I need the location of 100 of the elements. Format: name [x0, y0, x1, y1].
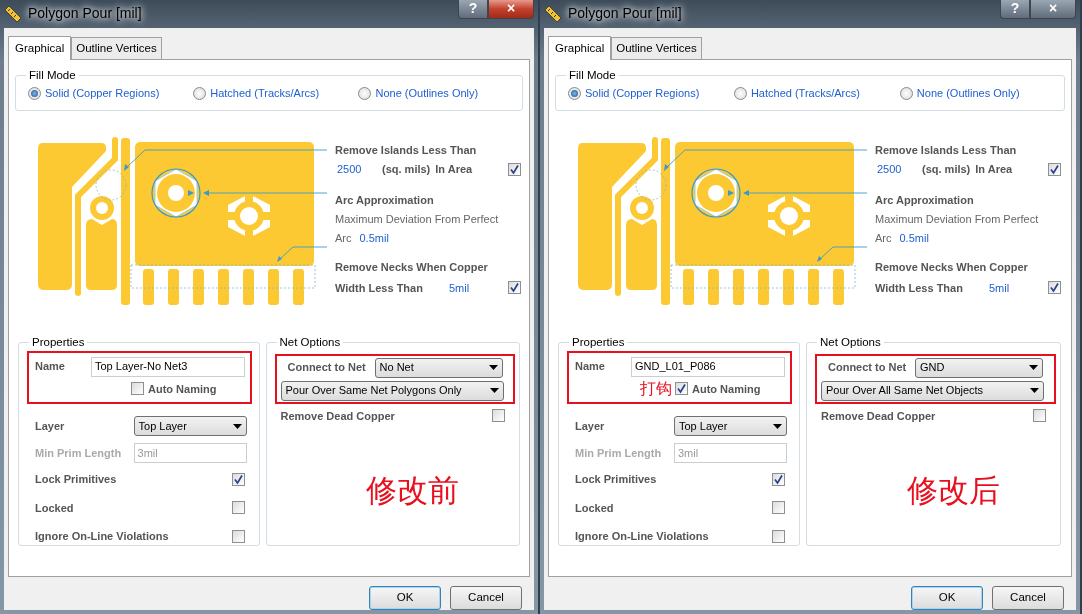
name-field[interactable]: GND_L01_P086: [631, 356, 785, 377]
checkbox[interactable]: [231, 501, 245, 515]
option-label: Remove Necks When Copper: [335, 260, 489, 275]
caret-icon: [489, 388, 499, 393]
checkbox[interactable]: [231, 529, 245, 543]
window-title: Polygon Pour [mil]: [28, 4, 142, 24]
arc-label: Arc: [875, 230, 892, 246]
annotation-text: 修改后: [907, 473, 1000, 508]
checkbox-label: Lock Primitives: [575, 472, 657, 487]
checkbox-label: Ignore On-Line Violations: [35, 529, 169, 544]
unit-label: (sq. mils): [922, 162, 971, 177]
checkbox-label: Lock Primitives: [35, 472, 117, 487]
checkbox[interactable]: [1033, 409, 1046, 423]
checkbox[interactable]: [492, 409, 505, 423]
option-label: Remove Islands Less Than: [335, 142, 478, 158]
option-label: Width Less Than: [875, 280, 963, 296]
arc-value: 0.5mil: [899, 230, 929, 246]
radio-button[interactable]: [899, 86, 913, 100]
dropdown[interactable]: Top Layer: [133, 416, 247, 436]
radio-button[interactable]: [568, 86, 581, 100]
radio-button[interactable]: [193, 86, 207, 100]
radio-label: Hatched (Tracks/Arcs): [750, 86, 860, 101]
radio-button[interactable]: [358, 86, 372, 100]
caret-icon: [1030, 388, 1039, 393]
arc-label: Arc: [335, 230, 352, 246]
checkbox[interactable]: [508, 162, 521, 176]
name-field[interactable]: Top Layer-No Net3: [91, 356, 245, 377]
dropdown[interactable]: Pour Over Same Net Polygons Only: [280, 380, 504, 401]
checkbox-label: Remove Dead Copper: [280, 408, 395, 424]
checkbox[interactable]: [1048, 162, 1061, 176]
option-description: Maximum Deviation From Perfect: [875, 212, 1040, 227]
necks-value: 5mil: [988, 280, 1010, 296]
radio-button[interactable]: [28, 86, 41, 100]
checkbox[interactable]: [508, 281, 521, 295]
dropdown[interactable]: Top Layer: [674, 416, 787, 436]
group-title: Fill Mode: [28, 69, 77, 82]
annotation-note: 打钩: [640, 382, 672, 396]
dialog-button[interactable]: OK: [369, 586, 441, 610]
unit-label: (sq. mils): [382, 162, 431, 177]
caret-icon: [232, 423, 242, 429]
field-label: Min Prim Length: [35, 445, 122, 461]
field-label: Layer: [35, 418, 65, 434]
checkbox[interactable]: [131, 382, 144, 396]
annotation-text: 修改前: [366, 473, 460, 508]
ruler-icon: [4, 4, 22, 23]
checkbox[interactable]: [675, 382, 688, 396]
group-title: Properties: [31, 335, 86, 349]
group-title: Fill Mode: [568, 69, 617, 82]
caret-icon: [773, 423, 782, 429]
radio-label: Hatched (Tracks/Arcs): [210, 86, 320, 101]
checkbox[interactable]: [231, 472, 245, 486]
option-label: Remove Islands Less Than: [875, 142, 1018, 158]
dropdown[interactable]: GND: [915, 357, 1043, 378]
checkbox-label: Remove Dead Copper: [821, 408, 936, 424]
checkbox-label: Locked: [35, 500, 74, 516]
radio-button[interactable]: [733, 86, 747, 100]
caret-icon: [488, 365, 498, 370]
checkbox-label: Locked: [575, 500, 614, 516]
option-label: Width Less Than: [335, 280, 423, 296]
group-title: Net Options: [278, 335, 342, 349]
islands-value: 2500: [876, 162, 903, 177]
checkbox[interactable]: [772, 529, 785, 543]
checkbox-label: Auto Naming: [692, 381, 761, 397]
option-label: Remove Necks When Copper: [875, 260, 1029, 275]
tab[interactable]: Outline Vertices: [611, 36, 702, 59]
tab[interactable]: Outline Vertices: [71, 36, 162, 59]
option-label: Arc Approximation: [335, 192, 435, 208]
field-label: Min Prim Length: [575, 445, 662, 461]
group-title: Net Options: [819, 335, 882, 349]
field-label: Name: [35, 359, 66, 375]
checkbox-label: Auto Naming: [148, 381, 217, 397]
caret-icon: [1029, 365, 1038, 370]
radio-label: Solid (Copper Regions): [585, 86, 700, 101]
checkbox[interactable]: [772, 501, 785, 515]
window-title: Polygon Pour [mil]: [568, 4, 682, 24]
dropdown[interactable]: No Net: [374, 357, 503, 378]
arc-value: 0.5mil: [359, 230, 389, 246]
dialog-button[interactable]: Cancel: [450, 586, 522, 610]
field-label: Name: [575, 359, 606, 375]
dialog-button[interactable]: OK: [911, 586, 983, 610]
checkbox-label: Ignore On-Line Violations: [575, 529, 709, 544]
checkbox[interactable]: [772, 472, 785, 486]
close-button[interactable]: ×: [488, 0, 534, 19]
dropdown[interactable]: Pour Over All Same Net Objects: [821, 380, 1044, 401]
tab[interactable]: Graphical: [8, 35, 72, 60]
necks-value: 5mil: [448, 280, 470, 296]
group-title: Properties: [571, 335, 626, 349]
radio-label: None (Outlines Only): [916, 86, 1020, 101]
option-description: Maximum Deviation From Perfect: [335, 212, 500, 227]
checkbox[interactable]: [1048, 281, 1061, 295]
tab[interactable]: Graphical: [548, 35, 612, 60]
in-area-label: In Area: [435, 162, 473, 177]
field-label: Layer: [575, 418, 605, 434]
dialog-button[interactable]: Cancel: [992, 586, 1064, 610]
option-label: Arc Approximation: [875, 192, 975, 208]
radio-label: Solid (Copper Regions): [45, 86, 160, 101]
radio-label: None (Outlines Only): [375, 86, 479, 101]
ruler-icon: [544, 4, 562, 23]
islands-value: 2500: [336, 162, 363, 177]
field-label: Connect to Net: [286, 360, 367, 376]
